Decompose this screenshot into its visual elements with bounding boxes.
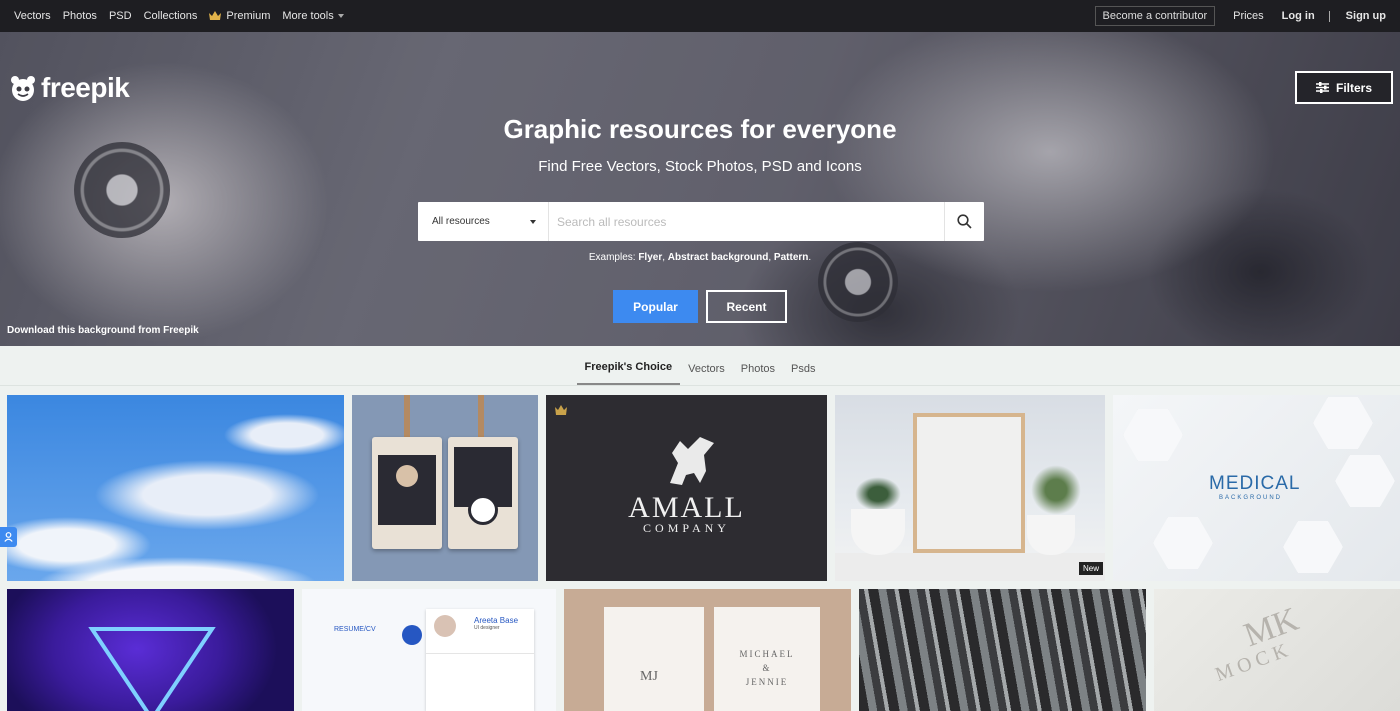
nav-premium-label: Premium <box>226 10 271 22</box>
top-navigation-bar: Vectors Photos PSD Collections Premium M… <box>0 0 1400 32</box>
tab-photos[interactable]: Photos <box>733 363 783 385</box>
top-nav-right: Become a contributor Prices Log in Sign … <box>1094 6 1386 26</box>
resume-tag: RESUME/CV <box>334 626 376 633</box>
tab-psds[interactable]: Psds <box>783 363 823 385</box>
example-abstract-background[interactable]: Abstract background <box>668 252 769 263</box>
plant <box>1031 465 1081 515</box>
avatar <box>396 465 418 487</box>
resource-type-select[interactable]: All resources <box>418 202 549 241</box>
thumbnail-amall-logo[interactable]: AMALL COMPANY <box>546 395 827 581</box>
amall-subtitle: COMPANY <box>643 521 730 535</box>
thumbnail-fish-photo[interactable] <box>859 589 1146 711</box>
user-icon <box>4 532 13 542</box>
filters-label: Filters <box>1335 80 1372 95</box>
wedding-ampersand: & <box>762 663 772 673</box>
new-badge: New <box>1078 562 1103 575</box>
search-button[interactable] <box>944 202 984 241</box>
divider <box>426 653 534 654</box>
avatar <box>434 615 456 637</box>
search-input[interactable] <box>549 202 944 241</box>
tab-freepiks-choice[interactable]: Freepik's Choice <box>576 361 681 385</box>
feedback-tab[interactable] <box>0 527 17 547</box>
signup-link[interactable]: Sign up <box>1346 10 1386 22</box>
wedding-name-2: JENNIE <box>745 677 789 687</box>
hero-title: Graphic resources for everyone <box>503 114 897 144</box>
logo-text: freepik <box>41 72 130 103</box>
plant-pot <box>851 509 905 555</box>
shelf <box>835 553 1105 581</box>
plant <box>855 477 901 511</box>
nav-psd[interactable]: PSD <box>109 10 132 22</box>
wedding-name-1: MICHAEL <box>739 649 795 659</box>
nav-vectors[interactable]: Vectors <box>14 10 51 22</box>
resume-role: UI designer <box>474 625 500 631</box>
hexagon-shape <box>1313 397 1373 449</box>
thumbnail-letterpress-mockup[interactable]: MK MOCK <box>1154 589 1400 711</box>
nav-photos[interactable]: Photos <box>63 10 97 22</box>
id-card-back <box>448 437 518 549</box>
thumbnail-frame-mockup[interactable]: New <box>835 395 1105 581</box>
thumbnail-medical-background[interactable]: MEDICAL BACKGROUND <box>1113 395 1400 581</box>
search-icon <box>957 214 972 229</box>
login-link[interactable]: Log in <box>1282 10 1315 22</box>
hexagon-shape <box>1123 409 1183 461</box>
resume-name: Areeta Base <box>474 616 519 625</box>
hexagon-shape <box>1153 517 1213 569</box>
chevron-down-icon <box>530 219 536 224</box>
hexagon-shape <box>1283 521 1343 573</box>
popular-button[interactable]: Popular <box>613 290 698 323</box>
lanyard-strap <box>404 395 410 441</box>
resource-type-value: All resources <box>432 216 490 227</box>
crown-icon <box>209 11 222 20</box>
hero-overlay <box>0 32 1400 346</box>
nav-more-tools[interactable]: More tools <box>282 10 344 22</box>
filters-button[interactable]: Filters <box>1295 71 1393 104</box>
search-examples: Examples: Flyer, Abstract background, Pa… <box>588 252 812 263</box>
picture-frame <box>913 413 1025 553</box>
thumbnail-resume-template[interactable]: RESUME/CV Areeta Base UI designer <box>302 589 556 711</box>
divider <box>1328 10 1330 22</box>
nav-premium[interactable]: Premium <box>209 10 270 22</box>
hero-banner: freepik Filters Graphic resources for ev… <box>0 32 1400 346</box>
wedding-names: MICHAEL & JENNIE <box>714 647 820 689</box>
chevron-down-icon <box>337 14 344 18</box>
examples-label: Examples: <box>588 252 636 263</box>
neon-triangle-shape <box>88 627 216 711</box>
background-credit-link[interactable]: Download this background from Freepik <box>7 325 199 336</box>
content-tabs: Freepik's Choice Vectors Photos Psds <box>0 346 1400 386</box>
hexagon-shape <box>1335 455 1395 507</box>
premium-crown-icon <box>555 405 567 415</box>
lanyard-strap <box>478 395 484 441</box>
recent-button[interactable]: Recent <box>706 290 787 323</box>
griffin-icon <box>670 437 714 485</box>
thumbnail-sky-clouds[interactable] <box>7 395 344 581</box>
logo-circle <box>468 495 498 525</box>
example-flyer[interactable]: Flyer <box>638 252 662 263</box>
hero-subtitle: Find Free Vectors, Stock Photos, PSD and… <box>538 158 862 175</box>
nav-prices[interactable]: Prices <box>1233 10 1264 22</box>
become-contributor-button[interactable]: Become a contributor <box>1094 6 1216 26</box>
thumbnail-id-cards[interactable] <box>352 395 538 581</box>
plant-pot <box>1027 515 1075 555</box>
decor-circle <box>402 625 422 645</box>
example-pattern[interactable]: Pattern <box>774 252 808 263</box>
thumbnail-wedding-invitation[interactable]: MJ MICHAEL & JENNIE <box>564 589 851 711</box>
sliders-icon <box>1315 82 1329 93</box>
amall-title: AMALL <box>628 491 745 524</box>
freepik-logo-icon <box>11 76 35 101</box>
invitation-card <box>604 607 704 711</box>
medical-title: MEDICAL <box>1209 473 1301 494</box>
wedding-initials: MJ <box>640 669 658 684</box>
medical-subtitle: BACKGROUND <box>1219 495 1283 501</box>
freepik-logo[interactable]: freepik <box>8 72 130 104</box>
tab-vectors[interactable]: Vectors <box>680 363 733 385</box>
nav-collections[interactable]: Collections <box>144 10 198 22</box>
thumbnail-neon-triangle[interactable] <box>7 589 294 711</box>
id-card-front <box>372 437 442 549</box>
top-nav-left: Vectors Photos PSD Collections Premium M… <box>14 10 356 22</box>
search-bar: All resources <box>418 202 984 241</box>
nav-more-tools-label: More tools <box>282 10 334 22</box>
